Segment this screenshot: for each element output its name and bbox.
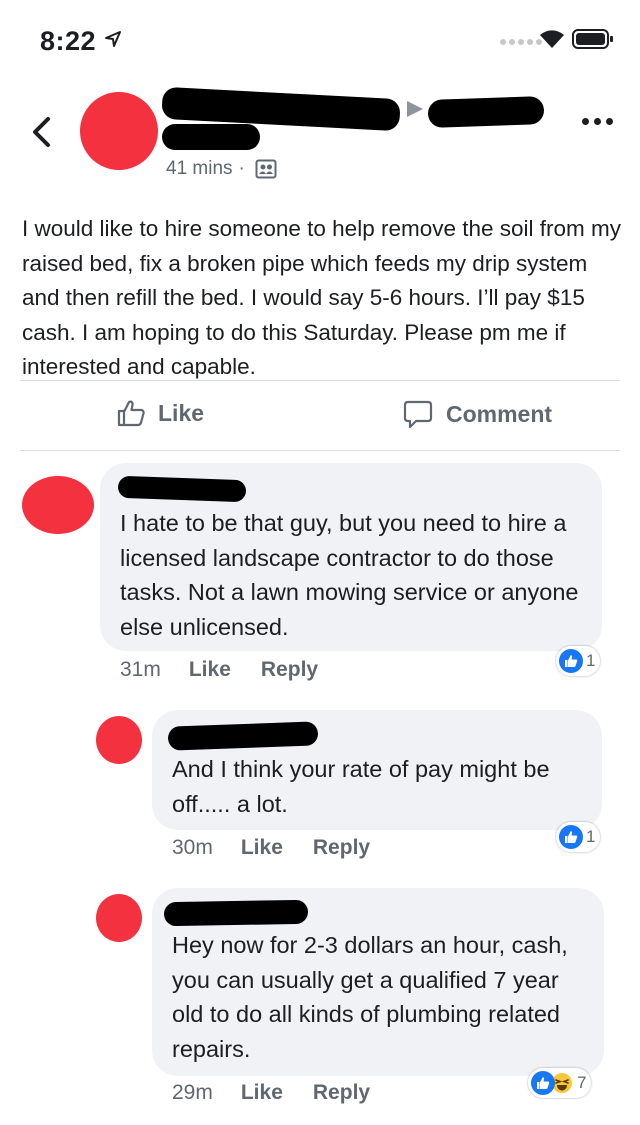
post-text: I would like to hire someone to help rem… (22, 216, 622, 379)
battery-icon (572, 29, 613, 49)
reply-like-link[interactable]: Like (241, 836, 283, 860)
redacted-poster-name-line2 (162, 124, 260, 150)
reply-time: 29m (172, 1081, 213, 1104)
redacted-replier-name (163, 899, 309, 927)
redacted-commenter-name (117, 475, 247, 503)
more-options-icon[interactable] (582, 118, 613, 125)
reply-reply-link[interactable]: Reply (313, 1081, 370, 1105)
reply-avatar[interactable] (96, 716, 142, 764)
reply-avatar[interactable] (96, 894, 142, 942)
share-arrow-icon (407, 101, 423, 117)
comment-like-link[interactable]: Like (189, 658, 231, 682)
poster-avatar[interactable] (80, 92, 158, 170)
reaction-summary[interactable]: 1 (556, 646, 601, 676)
comment-reply-link[interactable]: Reply (261, 658, 318, 682)
reply-text: Hey now for 2-3 dollars an hour, cash, y… (172, 932, 568, 1062)
reply-reaction-summary[interactable]: 7 (528, 1068, 592, 1098)
reply-meta: 29m Like Reply (172, 1081, 370, 1105)
comment-time: 31m (120, 658, 161, 681)
like-reaction-icon (559, 825, 583, 849)
comment-button[interactable]: Comment (402, 398, 552, 430)
reply-reaction-summary[interactable]: 1 (556, 822, 601, 852)
redacted-group-name (427, 95, 545, 129)
cellular-signal-icon (500, 39, 542, 45)
like-button[interactable]: Like (116, 398, 204, 428)
reply-like-link[interactable]: Like (241, 1081, 283, 1105)
divider-top (20, 380, 620, 381)
post-timestamp: 41 mins · (166, 158, 277, 180)
reply-reply-link[interactable]: Reply (313, 836, 370, 860)
reaction-count: 7 (577, 1073, 587, 1092)
comment-icon (403, 400, 433, 429)
like-thumb-icon (117, 400, 145, 427)
reaction-count: 1 (586, 827, 596, 846)
reply-text: And I think your rate of pay might be of… (172, 756, 550, 817)
reply-time: 30m (172, 836, 213, 859)
back-chevron-icon[interactable] (22, 112, 62, 152)
audience-icon (255, 159, 277, 179)
wifi-icon (540, 30, 564, 48)
like-reaction-icon (531, 1071, 555, 1095)
location-arrow-icon (105, 31, 121, 47)
like-reaction-icon (559, 649, 583, 673)
reply-meta: 30m Like Reply (172, 836, 370, 860)
divider-bottom (20, 450, 620, 451)
status-time: 8:22 (40, 26, 97, 56)
comment-text: I hate to be that guy, but you need to h… (120, 510, 579, 640)
status-bar: 8:22 (0, 0, 640, 80)
comment-meta: 31m Like Reply (120, 658, 318, 682)
commenter-avatar[interactable] (22, 476, 94, 534)
reaction-count: 1 (586, 651, 596, 670)
